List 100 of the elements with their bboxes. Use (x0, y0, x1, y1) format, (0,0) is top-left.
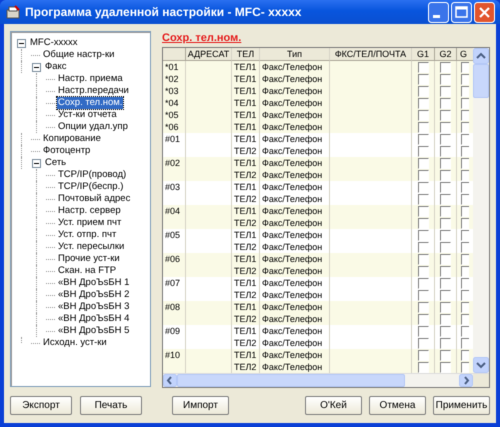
tree-item[interactable]: Настр. приема (57, 73, 124, 85)
tree-item[interactable]: Почтовый адрес (57, 193, 132, 205)
checkbox[interactable] (418, 194, 428, 204)
checkbox[interactable] (461, 290, 469, 300)
checkbox[interactable] (440, 302, 451, 312)
checkbox[interactable] (461, 170, 469, 180)
checkbox[interactable] (440, 278, 451, 288)
checkbox[interactable] (418, 314, 428, 324)
checkbox[interactable] (461, 314, 469, 324)
checkbox[interactable] (461, 362, 469, 372)
minimize-button[interactable] (428, 2, 449, 22)
checkbox[interactable] (461, 182, 469, 192)
footer-button[interactable]: Отмена (369, 396, 426, 414)
column-header[interactable]: G (457, 48, 473, 61)
tree-item[interactable]: «ВН ДроЪsБН 4 (57, 313, 130, 325)
footer-button[interactable]: О'Кей (305, 396, 362, 414)
tree-item[interactable]: TCP/IP(провод) (57, 169, 128, 181)
tree-item[interactable]: Уст. пересылки (57, 241, 126, 253)
tree-item[interactable]: «ВН ДроЪsБН 3 (57, 301, 130, 313)
vertical-scrollbar[interactable] (473, 48, 489, 373)
checkbox[interactable] (418, 326, 428, 336)
checkbox[interactable] (418, 278, 428, 288)
checkbox[interactable] (461, 254, 469, 264)
checkbox[interactable] (418, 362, 428, 372)
checkbox[interactable] (440, 242, 451, 252)
tree-item[interactable]: TCP/IP(беспр.) (57, 181, 124, 193)
collapse-icon[interactable] (17, 38, 26, 48)
checkbox[interactable] (440, 158, 451, 168)
checkbox[interactable] (440, 74, 451, 84)
checkbox[interactable] (461, 242, 469, 252)
checkbox[interactable] (440, 254, 451, 264)
checkbox[interactable] (440, 206, 451, 216)
tree-item[interactable]: Опции удал.упр (57, 121, 129, 133)
checkbox[interactable] (440, 266, 451, 276)
scroll-up-icon[interactable] (473, 48, 489, 64)
checkbox[interactable] (461, 278, 469, 288)
checkbox[interactable] (418, 254, 428, 264)
checkbox[interactable] (461, 266, 469, 276)
checkbox[interactable] (418, 218, 428, 228)
checkbox[interactable] (461, 218, 469, 228)
checkbox[interactable] (440, 218, 451, 228)
tree-item[interactable]: Уст-ки отчета (57, 109, 118, 121)
checkbox[interactable] (418, 338, 428, 348)
checkbox[interactable] (461, 62, 469, 72)
footer-button[interactable]: Применить (433, 396, 490, 414)
checkbox[interactable] (440, 194, 451, 204)
checkbox[interactable] (461, 350, 469, 360)
checkbox[interactable] (440, 314, 451, 324)
checkbox[interactable] (418, 302, 428, 312)
checkbox[interactable] (440, 62, 451, 72)
tree-item[interactable]: Сохр. тел.ном. (57, 97, 124, 109)
checkbox[interactable] (440, 170, 451, 180)
column-header[interactable]: G2 (435, 48, 457, 61)
checkbox[interactable] (461, 122, 469, 132)
checkbox[interactable] (461, 86, 469, 96)
checkbox[interactable] (461, 230, 469, 240)
checkbox[interactable] (418, 170, 428, 180)
collapse-icon[interactable] (32, 158, 41, 168)
checkbox[interactable] (440, 146, 451, 156)
checkbox[interactable] (418, 206, 428, 216)
checkbox[interactable] (418, 110, 428, 120)
checkbox[interactable] (418, 122, 428, 132)
checkbox[interactable] (418, 134, 428, 144)
checkbox[interactable] (418, 230, 428, 240)
checkbox[interactable] (440, 290, 451, 300)
checkbox[interactable] (461, 146, 469, 156)
maximize-button[interactable] (451, 2, 472, 22)
checkbox[interactable] (418, 266, 428, 276)
collapse-icon[interactable] (32, 62, 41, 72)
checkbox[interactable] (461, 98, 469, 108)
tree-item[interactable]: Общие настр-ки (42, 49, 116, 61)
checkbox[interactable] (418, 98, 428, 108)
tree-item[interactable]: «ВН ДроЪsБН 5 (57, 325, 130, 337)
column-header[interactable]: АДРЕСАТ (186, 48, 232, 61)
scroll-right-icon[interactable] (459, 374, 473, 387)
tree-item[interactable]: Настр. сервер (57, 205, 122, 217)
checkbox[interactable] (440, 134, 451, 144)
checkbox[interactable] (418, 290, 428, 300)
tree-item[interactable]: «ВН ДроЪsБН 1 (57, 277, 130, 289)
checkbox[interactable] (440, 362, 451, 372)
checkbox[interactable] (440, 86, 451, 96)
tree-item[interactable]: Копирование (42, 133, 102, 145)
column-header[interactable]: G1 (412, 48, 435, 61)
checkbox[interactable] (418, 350, 428, 360)
checkbox[interactable] (418, 158, 428, 168)
footer-button[interactable]: Печать (80, 396, 142, 414)
checkbox[interactable] (440, 98, 451, 108)
column-header[interactable]: ТЕЛ (232, 48, 260, 61)
checkbox[interactable] (461, 110, 469, 120)
checkbox[interactable] (461, 158, 469, 168)
checkbox[interactable] (418, 62, 428, 72)
scroll-down-icon[interactable] (473, 357, 489, 373)
footer-button[interactable]: Импорт (172, 396, 229, 414)
tree-item[interactable]: Прочие уст-ки (57, 253, 121, 265)
tree-item[interactable]: Фотоцентр (42, 145, 92, 157)
tree-item[interactable]: Уст. отпр. пчт (57, 229, 118, 241)
tree-item[interactable]: Уст. прием пчт (57, 217, 122, 229)
tree-item[interactable]: Настр.передачи (57, 85, 130, 97)
scroll-left-icon[interactable] (163, 374, 177, 387)
checkbox[interactable] (418, 74, 428, 84)
